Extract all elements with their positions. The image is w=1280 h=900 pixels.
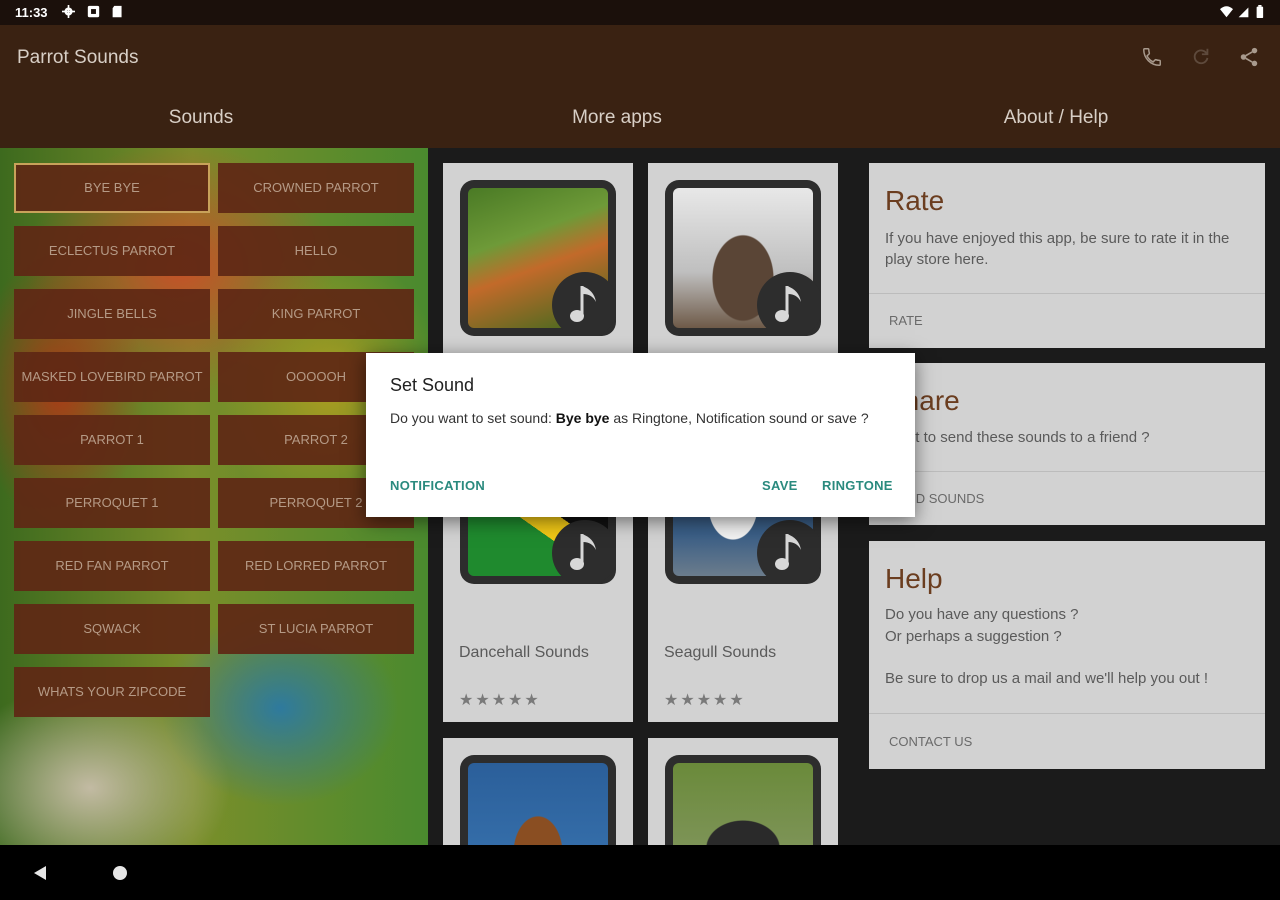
dialog-message-suffix: as Ringtone, Notification sound or save … xyxy=(609,410,869,426)
sound-button-crowned-parrot[interactable]: CROWNED PARROT xyxy=(218,163,414,213)
music-note-icon xyxy=(552,520,616,584)
sounds-pane: BYE BYE CROWNED PARROT ECLECTUS PARROT H… xyxy=(0,148,428,845)
help-title: Help xyxy=(885,563,943,594)
help-line-2: Or perhaps a suggestion ? xyxy=(885,628,1062,645)
dialog-sound-name: Bye bye xyxy=(555,410,610,426)
share-icon[interactable] xyxy=(1238,46,1260,68)
ringtone-button[interactable]: RINGTONE xyxy=(822,478,893,493)
sound-button-red-fan-parrot[interactable]: RED FAN PARROT xyxy=(14,541,210,591)
sound-button-bye-bye[interactable]: BYE BYE xyxy=(14,163,210,213)
status-time: 11:33 xyxy=(15,5,48,20)
notification-button[interactable]: NOTIFICATION xyxy=(390,478,485,493)
buffalo-image xyxy=(673,763,813,845)
back-icon[interactable] xyxy=(30,863,50,883)
app-card-deer[interactable] xyxy=(648,163,838,353)
help-line-1: Do you have any questions ? xyxy=(885,606,1079,623)
sound-button-whats-your-zipcode[interactable]: WHATS YOUR ZIPCODE xyxy=(14,667,210,717)
contact-us-button[interactable]: CONTACT US xyxy=(889,734,972,749)
help-card: Help Do you have any questions ? Or perh… xyxy=(869,541,1265,769)
rate-button[interactable]: RATE xyxy=(889,313,923,328)
tab-about-help[interactable]: About / Help xyxy=(906,107,1206,129)
battery-icon xyxy=(1255,5,1268,18)
sound-button-hello[interactable]: HELLO xyxy=(218,226,414,276)
sound-button-jingle-bells[interactable]: JINGLE BELLS xyxy=(14,289,210,339)
help-line-3: Be sure to drop us a mail and we'll help… xyxy=(885,670,1209,687)
rating-stars: ★★★★★ xyxy=(459,692,541,709)
app-card-horse[interactable] xyxy=(443,738,633,845)
tab-sounds[interactable]: Sounds xyxy=(51,107,351,129)
share-text: Want to send these sounds to a friend ? xyxy=(885,429,1150,446)
app-title: Parrot Sounds xyxy=(17,47,139,68)
refresh-icon[interactable] xyxy=(1190,46,1212,68)
wifi-icon xyxy=(1220,5,1233,18)
app-thumbnail xyxy=(460,180,616,336)
navigation-bar xyxy=(0,845,1280,900)
rate-card: Rate If you have enjoyed this app, be su… xyxy=(869,163,1265,348)
sound-button-sqwack[interactable]: SQWACK xyxy=(14,604,210,654)
sound-button-parrot-1[interactable]: PARROT 1 xyxy=(14,415,210,465)
tab-more-apps[interactable]: More apps xyxy=(467,107,767,129)
app-thumbnail xyxy=(665,755,821,845)
divider xyxy=(869,471,1265,472)
sd-card-icon xyxy=(111,5,124,18)
set-sound-dialog: Set Sound Do you want to set sound: Bye … xyxy=(366,353,915,517)
sound-button-st-lucia-parrot[interactable]: ST LUCIA PARROT xyxy=(218,604,414,654)
divider xyxy=(869,713,1265,714)
music-note-icon xyxy=(757,272,821,336)
dialog-message-prefix: Do you want to set sound: xyxy=(390,410,556,426)
horse-image xyxy=(468,763,608,845)
app-card-buffalo[interactable] xyxy=(648,738,838,845)
notification-icon xyxy=(87,5,100,18)
app-card-title: Dancehall Sounds xyxy=(459,644,589,661)
app-bar: Parrot Sounds Sounds More apps About / H… xyxy=(0,25,1280,148)
signal-icon xyxy=(1237,5,1250,18)
divider xyxy=(869,293,1265,294)
rating-stars: ★★★★★ xyxy=(664,692,746,709)
sound-button-perroquet-1[interactable]: PERROQUET 1 xyxy=(14,478,210,528)
sound-button-masked-lovebird-parrot[interactable]: MASKED LOVEBIRD PARROT xyxy=(14,352,210,402)
settings-icon xyxy=(62,5,75,18)
sound-button-king-parrot[interactable]: KING PARROT xyxy=(218,289,414,339)
app-thumbnail xyxy=(665,180,821,336)
app-thumbnail xyxy=(460,755,616,845)
app-card-title: Seagull Sounds xyxy=(664,644,777,661)
sound-button-red-lorred-parrot[interactable]: RED LORRED PARROT xyxy=(218,541,414,591)
app-card-rooster[interactable] xyxy=(443,163,633,353)
rate-text: If you have enjoyed this app, be sure to… xyxy=(885,230,1230,268)
music-note-icon xyxy=(757,520,821,584)
status-bar: 11:33 xyxy=(0,0,1280,25)
dialog-title: Set Sound xyxy=(390,375,475,395)
sound-button-eclectus-parrot[interactable]: ECLECTUS PARROT xyxy=(14,226,210,276)
phone-icon[interactable] xyxy=(1141,46,1163,68)
share-card: Share Want to send these sounds to a fri… xyxy=(869,363,1265,525)
dialog-message: Do you want to set sound: Bye bye as Rin… xyxy=(390,408,890,428)
save-button[interactable]: SAVE xyxy=(762,478,798,493)
music-note-icon xyxy=(552,272,616,336)
home-icon[interactable] xyxy=(110,863,130,883)
rate-title: Rate xyxy=(885,185,945,216)
